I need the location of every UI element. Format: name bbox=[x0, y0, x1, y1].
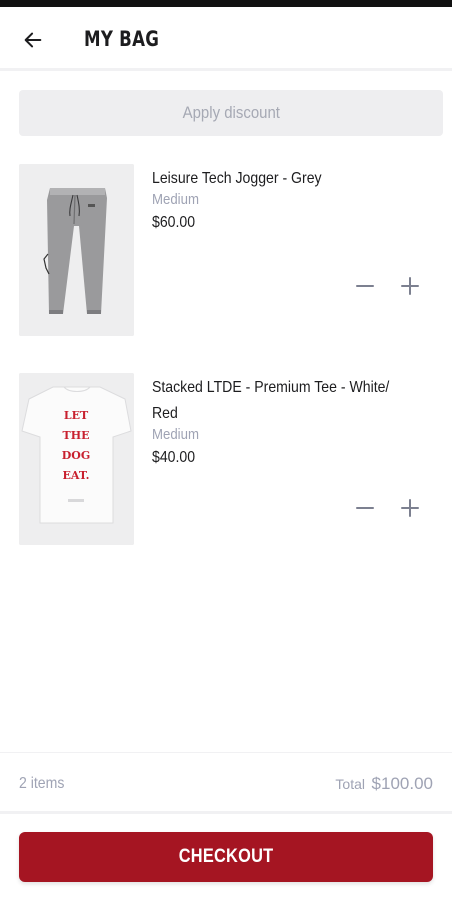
app-header: MY BAG bbox=[0, 7, 452, 71]
page-title: MY BAG bbox=[84, 27, 160, 51]
plus-icon bbox=[401, 499, 419, 517]
item-name: Stacked LTDE - Premium Tee - White/ Red bbox=[152, 379, 390, 422]
arrow-left-icon bbox=[24, 32, 42, 48]
item-price: $60.00 bbox=[152, 214, 196, 231]
product-image[interactable]: LET THE DOG EAT. bbox=[19, 373, 134, 545]
total-value: $100.00 bbox=[371, 774, 433, 793]
back-button[interactable] bbox=[16, 23, 50, 57]
svg-text:LET: LET bbox=[64, 409, 89, 422]
minus-icon bbox=[356, 507, 374, 509]
svg-text:DOG: DOG bbox=[62, 449, 91, 462]
decrease-quantity-button[interactable] bbox=[350, 493, 380, 523]
svg-text:THE: THE bbox=[63, 429, 90, 442]
grey-jogger-pants-image bbox=[19, 164, 134, 336]
svg-text:EAT.: EAT. bbox=[63, 469, 90, 482]
status-bar bbox=[0, 0, 452, 7]
plus-icon bbox=[401, 277, 419, 295]
product-image[interactable] bbox=[19, 164, 134, 336]
apply-discount-button[interactable]: Apply discount bbox=[19, 90, 443, 136]
decrease-quantity-button[interactable] bbox=[350, 271, 380, 301]
checkout-button[interactable]: CHECKOUT bbox=[19, 832, 433, 882]
item-size: Medium bbox=[152, 191, 199, 208]
apply-discount-label: Apply discount bbox=[182, 103, 280, 122]
order-summary: 2 items Total $100.00 bbox=[0, 752, 452, 814]
total-label: Total bbox=[335, 776, 365, 792]
checkout-label: CHECKOUT bbox=[178, 846, 274, 867]
item-count: 2 items bbox=[19, 775, 65, 792]
item-name: Leisure Tech Jogger - Grey bbox=[152, 170, 322, 187]
increase-quantity-button[interactable] bbox=[395, 493, 425, 523]
item-price: $40.00 bbox=[152, 449, 196, 466]
white-tee-image: LET THE DOG EAT. bbox=[19, 373, 134, 545]
increase-quantity-button[interactable] bbox=[395, 271, 425, 301]
item-size: Medium bbox=[152, 426, 199, 443]
minus-icon bbox=[356, 285, 374, 287]
